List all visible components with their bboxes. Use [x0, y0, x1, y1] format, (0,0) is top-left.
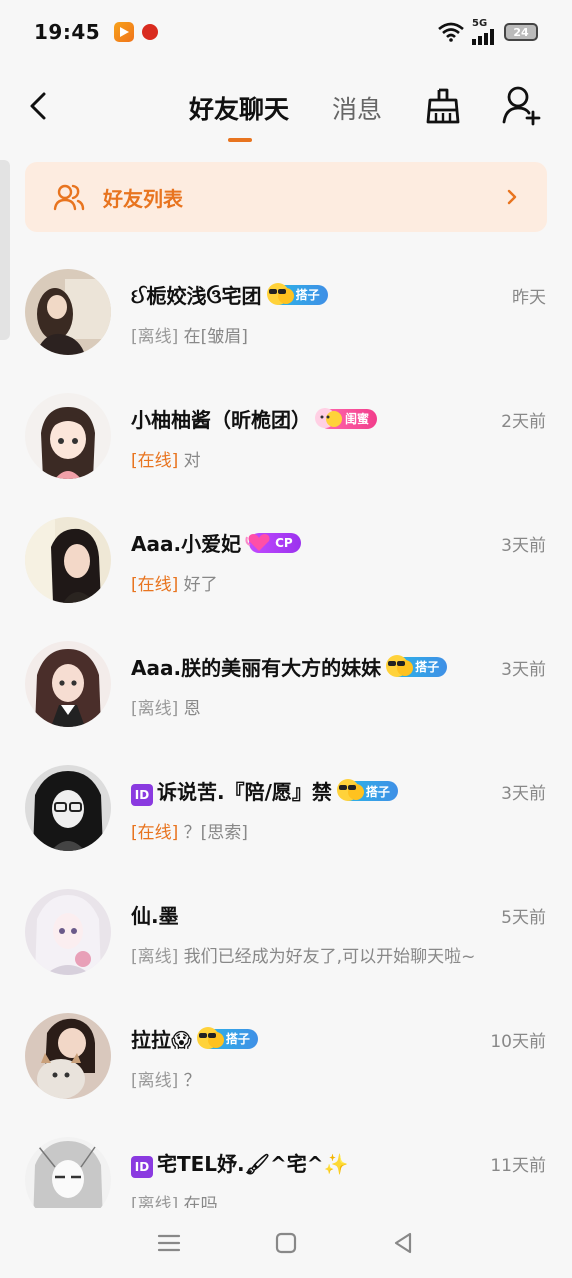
chat-name: 仙.墨: [131, 904, 179, 928]
cool-emoji-icon: [196, 1026, 224, 1049]
relationship-badge: 搭子: [336, 779, 398, 801]
system-nav-bar: [0, 1208, 572, 1278]
chat-row[interactable]: Aaa.小爱妃 CP 3天前 [在线] 好了: [0, 498, 572, 622]
online-status: [在线]: [131, 575, 179, 595]
badge-label: 搭子: [415, 660, 440, 674]
badge-label: 搭子: [225, 1032, 250, 1046]
chat-name-text: 宅TEL妤.🖌^宅^✨: [157, 1152, 349, 1176]
cool-emoji-icon: [386, 654, 414, 677]
chat-name: 拉拉😱: [131, 1028, 192, 1052]
last-message: 好了: [183, 575, 218, 595]
chat-preview: [在线] ？[思索]: [131, 818, 248, 843]
last-message: 我们已经成为好友了,可以开始聊天啦~: [183, 947, 476, 967]
cool-emoji-icon: [336, 779, 364, 801]
battery-level: 24: [513, 25, 529, 39]
friend-list-label: 好友列表: [103, 186, 183, 211]
chat-name: Aaa.小爱妃: [131, 532, 242, 556]
chat-time: 11天前: [490, 1156, 546, 1176]
clock: 19:45: [34, 20, 101, 44]
chat-row[interactable]: 拉拉😱 搭子 10天前 [离线] ？: [0, 994, 572, 1118]
avatar[interactable]: [25, 269, 111, 355]
friends-group-icon: [53, 184, 85, 211]
chat-row[interactable]: 小柚柚酱（昕桅团） 闺蜜 2天前 [在线] 对: [0, 374, 572, 498]
chat-name: ઈ栀姣浅ઉ宅团: [131, 284, 262, 308]
relationship-badge: 搭子: [266, 282, 328, 305]
app-header: 好友聊天 消息: [0, 70, 572, 150]
chat-time: 3天前: [501, 536, 546, 556]
tab-messages[interactable]: 消息: [332, 90, 382, 126]
chat-preview: [在线] 好了: [131, 570, 218, 595]
chat-time: 3天前: [501, 660, 546, 680]
battery-icon: 24: [504, 23, 538, 41]
online-status: [在线]: [131, 451, 179, 471]
last-message: 恩: [183, 699, 201, 719]
news-app-icon: [142, 24, 159, 40]
chevron-right-icon: [507, 189, 517, 205]
add-friend-icon[interactable]: [500, 84, 542, 126]
avatar[interactable]: [25, 765, 111, 851]
home-square-icon[interactable]: [273, 1230, 299, 1256]
chat-preview: [离线] 在[皱眉]: [131, 322, 248, 347]
avatar[interactable]: [25, 641, 111, 727]
chat-time: 10天前: [490, 1032, 546, 1052]
online-status: [离线]: [131, 699, 179, 719]
relationship-badge: 搭子: [386, 654, 448, 677]
chat-name: Aaa.朕的美丽有大方的妹妹: [131, 656, 382, 680]
video-app-icon: [114, 22, 135, 42]
id-icon: ID: [131, 1156, 153, 1178]
chat-row[interactable]: Aaa.朕的美丽有大方的妹妹 搭子 3天前 [离线] 恩: [0, 622, 572, 746]
network-type: 5G: [472, 18, 488, 29]
chat-name: ID 宅TEL妤.🖌^宅^✨: [131, 1148, 348, 1178]
last-message: 对: [183, 451, 201, 471]
chat-time: 昨天: [512, 288, 546, 308]
notification-icons: [114, 22, 159, 42]
clean-broom-icon[interactable]: [423, 86, 463, 126]
relationship-badge: 搭子: [196, 1026, 258, 1049]
last-message: 在[皱眉]: [183, 327, 248, 347]
chat-row[interactable]: ઈ栀姣浅ઉ宅团 搭子 昨天 [离线] 在[皱眉]: [0, 250, 572, 374]
avatar[interactable]: [25, 1013, 111, 1099]
last-message: ？: [183, 1071, 201, 1091]
chat-name: ID 诉说苦.『陪/愿』禁: [131, 776, 332, 806]
wifi-icon: [438, 22, 464, 42]
chat-time: 3天前: [501, 784, 546, 804]
badge-label: CP: [275, 535, 293, 550]
chat-time: 2天前: [501, 412, 546, 432]
back-triangle-icon[interactable]: [390, 1230, 416, 1256]
badge-label: 闺蜜: [345, 412, 370, 426]
chat-name: 小柚柚酱（昕桅团）: [131, 408, 311, 432]
tab-friend-chat[interactable]: 好友聊天: [189, 90, 289, 126]
badge-label: 搭子: [365, 784, 390, 799]
chat-preview: [离线] 恩: [131, 694, 201, 719]
chat-row[interactable]: 仙.墨 5天前 [离线] 我们已经成为好友了,可以开始聊天啦~: [0, 870, 572, 994]
chat-name-text: 诉说苦.『陪/愿』禁: [157, 780, 332, 804]
heart-wings-icon: [245, 533, 270, 551]
status-bar: 19:45 5G 24: [0, 0, 572, 64]
id-icon: ID: [131, 784, 153, 806]
relationship-badge: CP: [245, 532, 301, 553]
chat-preview: [离线] 我们已经成为好友了,可以开始聊天啦~: [131, 942, 475, 967]
friend-list-entry[interactable]: 好友列表: [25, 162, 547, 232]
avatar[interactable]: [25, 517, 111, 603]
chat-preview: [在线] 对: [131, 446, 201, 471]
avatar[interactable]: [25, 393, 111, 479]
cool-emoji-icon: [266, 282, 294, 305]
relationship-badge: 闺蜜: [315, 407, 378, 429]
chat-row[interactable]: ID 诉说苦.『陪/愿』禁 搭子 3天前 [在线] ？[思索]: [0, 746, 572, 870]
badge-label: 搭子: [295, 288, 320, 302]
signal-icon: [472, 29, 494, 45]
online-status: [离线]: [131, 947, 179, 967]
chat-time: 5天前: [501, 908, 546, 928]
avatar[interactable]: [25, 889, 111, 975]
online-status: [离线]: [131, 1071, 179, 1091]
bestie-emoji-icon: [315, 407, 342, 428]
online-status: [在线]: [131, 823, 179, 843]
chat-list: ઈ栀姣浅ઉ宅团 搭子 昨天 [离线] 在[皱眉] 小柚柚酱（昕桅团） 闺蜜 2天…: [0, 250, 572, 1242]
chat-preview: [离线] ？: [131, 1066, 201, 1091]
back-icon[interactable]: [22, 88, 58, 124]
online-status: [离线]: [131, 327, 179, 347]
menu-icon[interactable]: [156, 1230, 182, 1256]
active-tab-indicator: [228, 138, 252, 142]
last-message: ？[思索]: [183, 823, 248, 843]
